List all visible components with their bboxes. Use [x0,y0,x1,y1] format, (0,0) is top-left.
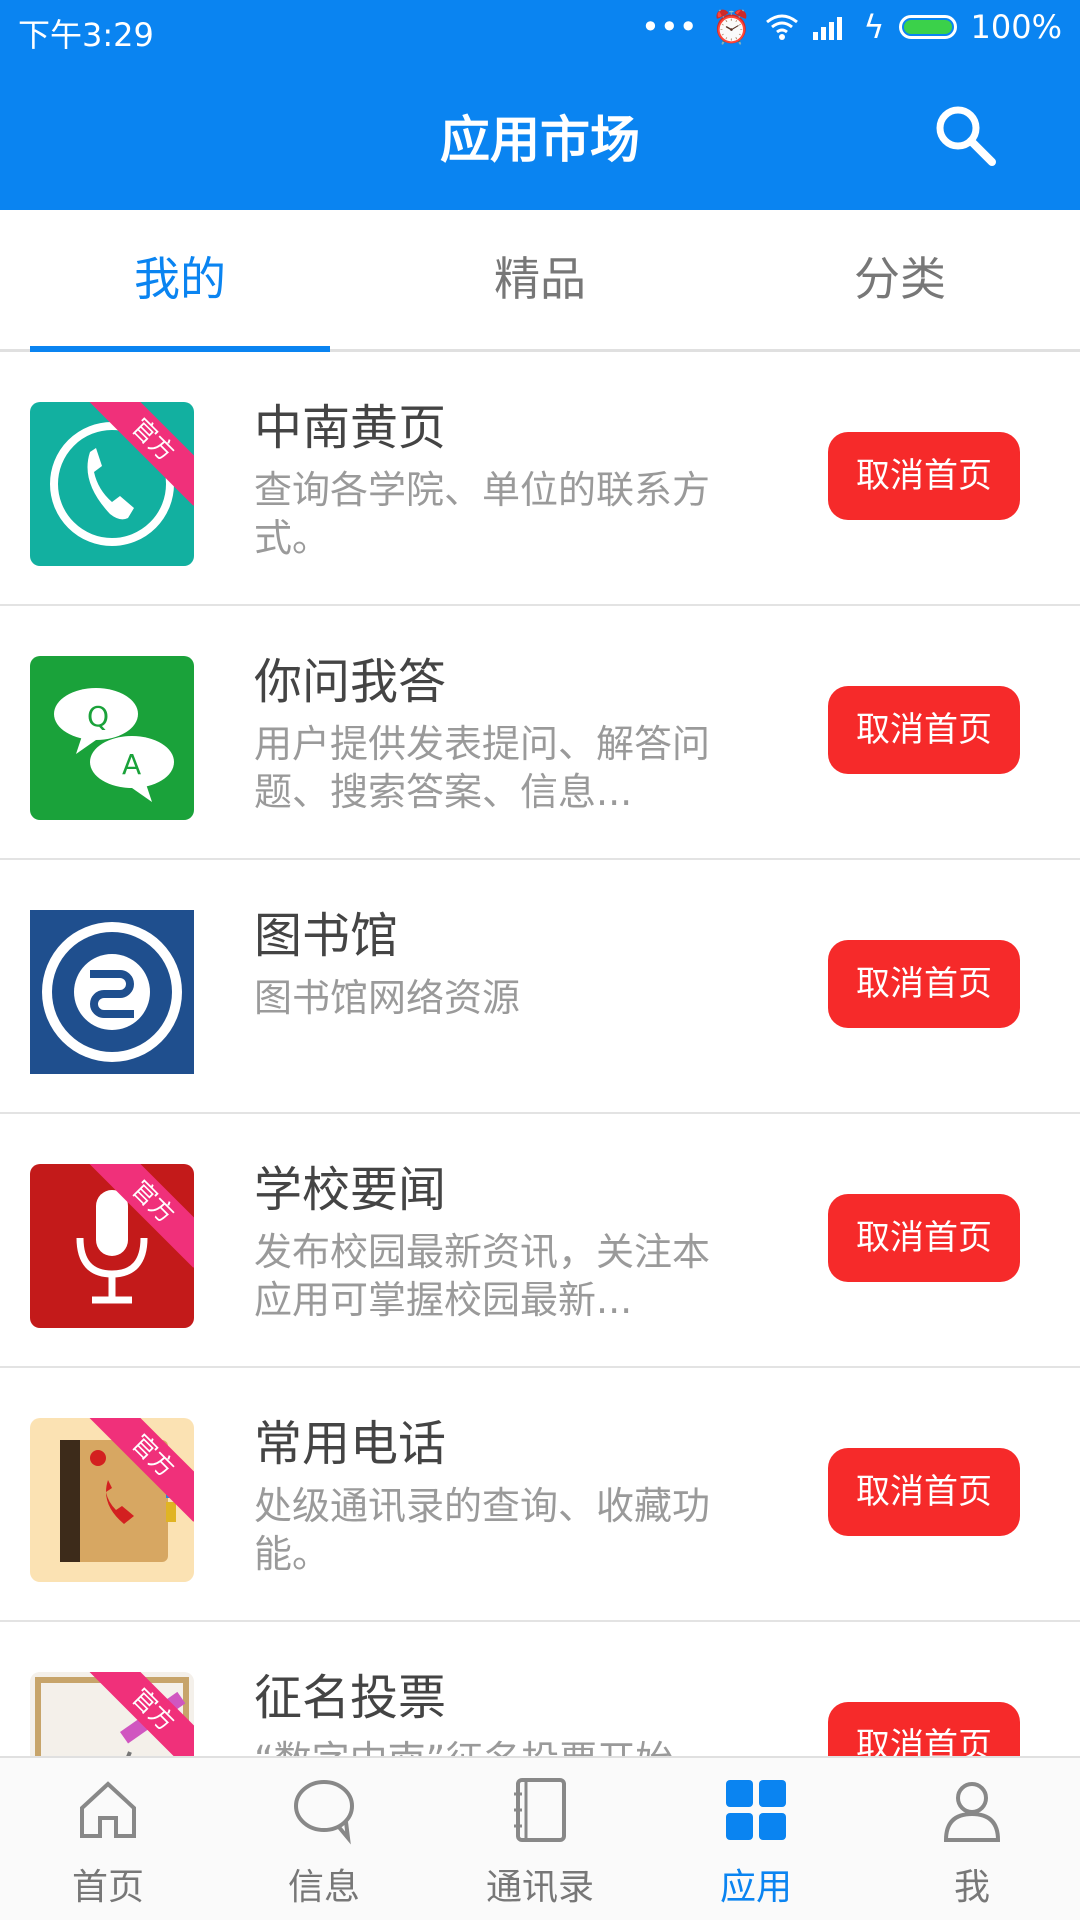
charging-icon: ϟ [863,8,885,46]
bottom-navigation: 首页 信息 通讯录 应用 我 [0,1756,1080,1920]
status-icons: ••• ⏰ ϟ 100% [641,8,1062,46]
university-seal-icon [30,910,194,1074]
grid-apps-icon [726,1780,786,1840]
app-description: 查询各学院、单位的联系方式。 [254,468,711,560]
svg-text:A: A [122,748,141,781]
list-item[interactable]: 官方 常用电话 处级通讯录的查询、收藏功能。 取消首页 [0,1368,1080,1622]
home-icon [80,1781,136,1838]
unpin-home-button[interactable]: 取消首页 [828,940,1020,1028]
unpin-home-button[interactable]: 取消首页 [828,432,1020,520]
unpin-home-button[interactable]: 取消首页 [828,1448,1020,1536]
battery-icon [898,15,957,39]
list-item[interactable]: Q A 你问我答 用户提供发表提问、解答问题、搜索答案、信息... 取消首页 [0,606,1080,860]
phone-icon: 官方 [30,402,194,566]
signature-pen-icon: 官方 [30,1672,194,1756]
app-description: 用户提供发表提问、解答问题、搜索答案、信息... [254,722,711,814]
app-name: 你问我答 [254,654,447,710]
list-item[interactable]: 官方 学校要闻 发布校园最新资讯，关注本应用可掌握校园最新... 取消首页 [0,1114,1080,1368]
app-name: 常用电话 [254,1416,447,1472]
app-name: 征名投票 [254,1670,447,1726]
alarm-icon: ⏰ [711,8,752,46]
more-dots-icon: ••• [640,8,698,46]
nav-me[interactable]: 我 [864,1758,1080,1920]
tab-mine[interactable]: 我的 [0,210,360,349]
app-bar: 应用市场 [0,60,1080,210]
phonebook-icon: 官方 [30,1418,194,1582]
nav-contacts-label: 通讯录 [485,1867,594,1908]
qa-chat-icon: Q A [30,656,194,820]
tab-categories[interactable]: 分类 [720,210,1080,349]
app-description: 处级通讯录的查询、收藏功能。 [254,1484,711,1576]
wifi-icon [766,14,799,40]
list-item[interactable]: 图书馆 图书馆网络资源 取消首页 [0,860,1080,1114]
page-title: 应用市场 [440,111,640,169]
contacts-book-icon [514,1778,566,1842]
tab-featured[interactable]: 精品 [360,210,720,349]
tab-bar: 我的 精品 分类 [0,210,1080,352]
status-bar: 下午3:29 ••• ⏰ ϟ 100% [0,0,1080,60]
microphone-icon: 官方 [30,1164,194,1328]
nav-home[interactable]: 首页 [0,1758,216,1920]
app-name: 学校要闻 [254,1162,447,1218]
chat-bubble-icon [294,1780,354,1845]
app-list: 官方 中南黄页 查询各学院、单位的联系方式。 取消首页 Q A 你问我答 用户提… [0,352,1080,1756]
app-description: 图书馆网络资源 [254,976,521,1020]
app-description: 发布校园最新资讯，关注本应用可掌握校园最新... [254,1230,711,1322]
nav-apps-label: 应用 [719,1867,792,1908]
search-icon[interactable] [932,102,998,168]
list-item[interactable]: 官方 中南黄页 查询各学院、单位的联系方式。 取消首页 [0,352,1080,606]
unpin-home-button[interactable]: 取消首页 [828,1702,1020,1756]
list-item[interactable]: 官方 征名投票 “数字中南”征名投票开始... 取消首页 [0,1622,1080,1756]
app-name: 中南黄页 [254,400,447,456]
app-description: “数字中南”征名投票开始... [254,1736,714,1756]
nav-contacts[interactable]: 通讯录 [432,1758,648,1920]
svg-text:Q: Q [87,700,109,733]
app-name: 图书馆 [254,908,399,964]
nav-apps[interactable]: 应用 [648,1758,864,1920]
person-icon [943,1782,1001,1842]
nav-home-label: 首页 [71,1867,144,1908]
nav-me-label: 我 [953,1867,990,1908]
signal-icon [813,17,843,40]
unpin-home-button[interactable]: 取消首页 [828,1194,1020,1282]
nav-messages[interactable]: 信息 [216,1758,432,1920]
status-time: 下午3:29 [18,16,154,54]
battery-percent: 100% [970,8,1062,46]
unpin-home-button[interactable]: 取消首页 [828,686,1020,774]
nav-messages-label: 信息 [287,1867,360,1908]
